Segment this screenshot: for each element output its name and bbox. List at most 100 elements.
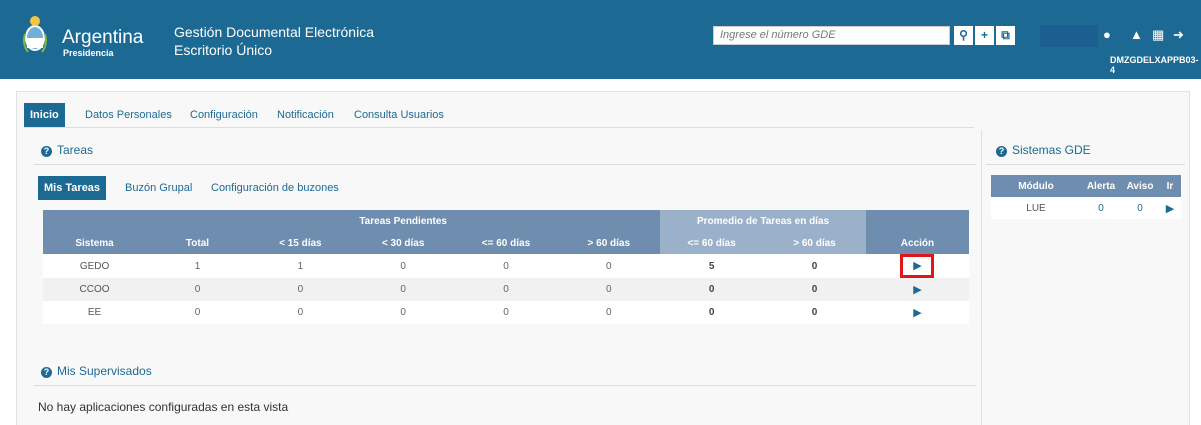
play-icon[interactable]: ▶ — [1166, 202, 1174, 215]
cell-accion: ▶ — [865, 254, 969, 278]
tareas-title-text: Tareas — [57, 143, 94, 157]
copy-icon[interactable]: ⧉ — [996, 26, 1015, 45]
header-promedio: Promedio de Tareas en días — [660, 210, 866, 232]
col-accion: Acción — [865, 232, 969, 254]
app-subtitle: Escritorio Único — [174, 42, 273, 58]
col-prom-mas-60: > 60 días — [763, 232, 866, 254]
cell-dmas60: 0 — [557, 278, 661, 301]
top-header: Argentina Presidencia Gestión Documental… — [0, 0, 1201, 79]
user-icon[interactable]: ● — [1103, 27, 1111, 42]
col-aviso: Aviso — [1121, 175, 1159, 197]
col-menos-30: < 30 días — [351, 232, 455, 254]
supervisados-title-text: Mis Supervisados — [57, 364, 152, 378]
brand-subtitle: Presidencia — [63, 48, 114, 58]
play-icon[interactable]: ▶ — [913, 306, 921, 319]
header-empty — [43, 210, 147, 232]
cell-d60: 0 — [454, 301, 558, 324]
cell-d15: 0 — [248, 301, 352, 324]
col-modulo: Módulo — [991, 175, 1081, 197]
bell-icon[interactable]: ▲ — [1130, 27, 1143, 42]
subtab-configuracion-buzones[interactable]: Configuración de buzones — [211, 176, 339, 200]
table-row-ee: EE 0 0 0 0 0 0 0 ▶ — [43, 301, 969, 324]
table-column-header-row: Sistema Total < 15 días < 30 días <= 60 … — [43, 232, 969, 254]
cell-sistema: GEDO — [43, 254, 147, 278]
cell-d60: 0 — [454, 254, 558, 278]
col-prom-hasta-60: <= 60 días — [660, 232, 764, 254]
col-total: Total — [146, 232, 249, 254]
cell-sistema: CCOO — [43, 278, 147, 301]
cell-d15: 0 — [248, 278, 352, 301]
tab-consulta-usuarios[interactable]: Consulta Usuarios — [354, 103, 444, 127]
cell-pmas60: 0 — [763, 278, 866, 301]
cell-d15: 1 — [248, 254, 352, 278]
tab-configuracion[interactable]: Configuración — [190, 103, 258, 127]
cell-total: 1 — [146, 254, 249, 278]
user-name-box[interactable] — [1040, 25, 1098, 47]
help-icon: ? — [996, 146, 1007, 157]
supervisados-divider — [34, 385, 976, 386]
subtab-mis-tareas[interactable]: Mis Tareas — [38, 176, 107, 200]
logout-icon[interactable]: ➜ — [1173, 27, 1184, 43]
cell-aviso[interactable]: 0 — [1121, 197, 1159, 219]
cell-d30: 0 — [351, 301, 455, 324]
play-icon[interactable]: ▶ — [913, 257, 921, 275]
col-hasta-60: <= 60 días — [454, 232, 558, 254]
sistemas-section-title[interactable]: ? Sistemas GDE — [996, 143, 1091, 157]
tareas-section-title[interactable]: ? Tareas — [41, 143, 93, 157]
col-menos-15: < 15 días — [248, 232, 352, 254]
play-icon[interactable]: ▶ — [913, 283, 921, 296]
sistemas-title-text: Sistemas GDE — [1012, 143, 1091, 157]
supervisados-section-title[interactable]: ? Mis Supervisados — [41, 364, 152, 378]
table-row-ccoo: CCOO 0 0 0 0 0 0 0 ▶ — [43, 278, 969, 301]
highlight-box: ▶ — [900, 254, 935, 278]
cell-alerta[interactable]: 0 — [1081, 197, 1121, 219]
cell-accion: ▶ — [865, 301, 969, 324]
cell-total: 0 — [146, 301, 249, 324]
cell-d60: 0 — [454, 278, 558, 301]
cell-pmas60: 0 — [763, 301, 866, 324]
subtab-buzon-grupal[interactable]: Buzón Grupal — [125, 176, 192, 200]
header-empty-accion — [865, 210, 969, 232]
tab-notificacion[interactable]: Notificación — [277, 103, 334, 127]
add-icon[interactable]: + — [975, 26, 994, 45]
nav-divider — [24, 127, 974, 128]
tab-inicio[interactable]: Inicio — [24, 103, 65, 127]
cell-d30: 0 — [351, 254, 455, 278]
panel-separator — [981, 130, 982, 425]
sistemas-header-row: Módulo Alerta Aviso Ir — [991, 175, 1181, 197]
help-icon: ? — [41, 146, 52, 157]
cell-p60: 0 — [660, 301, 764, 324]
cell-p60: 0 — [660, 278, 764, 301]
header-tareas-pendientes: Tareas Pendientes — [146, 210, 661, 232]
cell-d30: 0 — [351, 278, 455, 301]
cell-dmas60: 0 — [557, 254, 661, 278]
col-alerta: Alerta — [1081, 175, 1121, 197]
cell-ir: ▶ — [1159, 197, 1181, 219]
cell-p60: 5 — [660, 254, 764, 278]
cell-sistema: EE — [43, 301, 147, 324]
sistemas-table: Módulo Alerta Aviso Ir LUE 0 0 ▶ — [991, 175, 1181, 219]
app-title: Gestión Documental Electrónica — [174, 24, 374, 40]
col-ir: Ir — [1159, 175, 1181, 197]
sistemas-divider — [986, 164, 1185, 165]
empty-state-text: No hay aplicaciones configuradas en esta… — [38, 400, 289, 414]
col-mas-60: > 60 días — [557, 232, 661, 254]
gde-search-input[interactable]: Ingrese el número GDE — [713, 26, 950, 45]
tab-datos-personales[interactable]: Datos Personales — [85, 103, 172, 127]
help-icon: ? — [41, 367, 52, 378]
table-group-header-row: Tareas Pendientes Promedio de Tareas en … — [43, 210, 969, 232]
sistemas-row-lue: LUE 0 0 ▶ — [991, 197, 1181, 219]
cell-pmas60: 0 — [763, 254, 866, 278]
cell-dmas60: 0 — [557, 301, 661, 324]
tareas-table: Tareas Pendientes Promedio de Tareas en … — [43, 210, 969, 324]
brand-name: Argentina — [62, 27, 144, 48]
cell-total: 0 — [146, 278, 249, 301]
cell-modulo: LUE — [991, 197, 1081, 219]
apps-grid-icon[interactable]: ▦ — [1152, 27, 1164, 43]
cell-accion: ▶ — [865, 278, 969, 301]
search-icon[interactable]: ⚲ — [954, 26, 973, 45]
tareas-divider — [34, 164, 976, 165]
table-row-gedo: GEDO 1 1 0 0 0 5 0 ▶ — [43, 254, 969, 278]
argentina-shield-logo[interactable] — [20, 14, 50, 58]
col-sistema: Sistema — [43, 232, 147, 254]
